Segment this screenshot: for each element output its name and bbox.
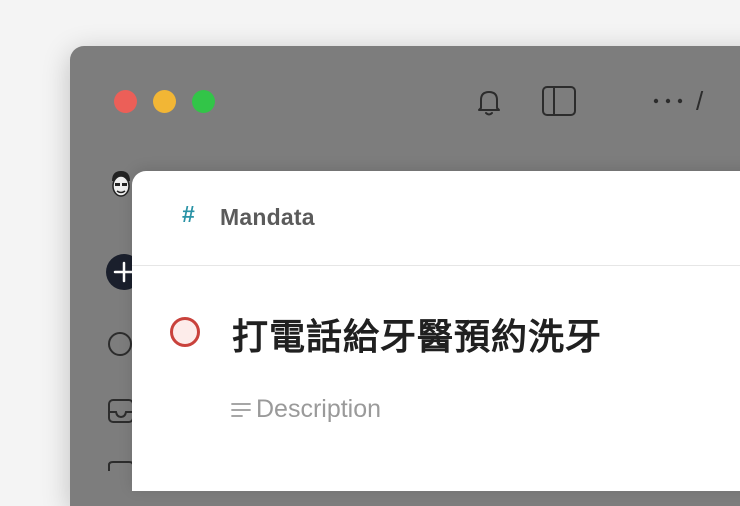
bell-icon (478, 91, 500, 116)
sidebar-toggle-button[interactable] (540, 84, 578, 118)
project-hash-icon: # (182, 201, 195, 227)
notifications-button[interactable] (472, 84, 506, 118)
project-name-link[interactable]: Mandata (220, 204, 315, 231)
toolbar-separator: / (696, 86, 704, 116)
sidebar-toggle-icon (542, 86, 576, 116)
description-field[interactable]: Description (256, 395, 381, 424)
ellipsis-icon (653, 98, 683, 104)
more-options-button[interactable] (650, 84, 686, 118)
task-title[interactable]: 打電話給牙醫預約洗牙 (232, 308, 602, 360)
zoom-window-button[interactable] (192, 90, 215, 113)
task-detail-modal: # Mandata 打電話給牙醫預約洗牙 Description (132, 171, 740, 491)
sidebar-item-search[interactable] (106, 330, 134, 358)
circle-icon (108, 332, 132, 356)
description-icon (230, 399, 252, 421)
complete-task-checkbox[interactable] (170, 317, 200, 347)
close-window-button[interactable] (114, 90, 137, 113)
title-bar: / (70, 46, 740, 156)
task-modal-header: # Mandata (132, 171, 740, 266)
minimize-window-button[interactable] (153, 90, 176, 113)
